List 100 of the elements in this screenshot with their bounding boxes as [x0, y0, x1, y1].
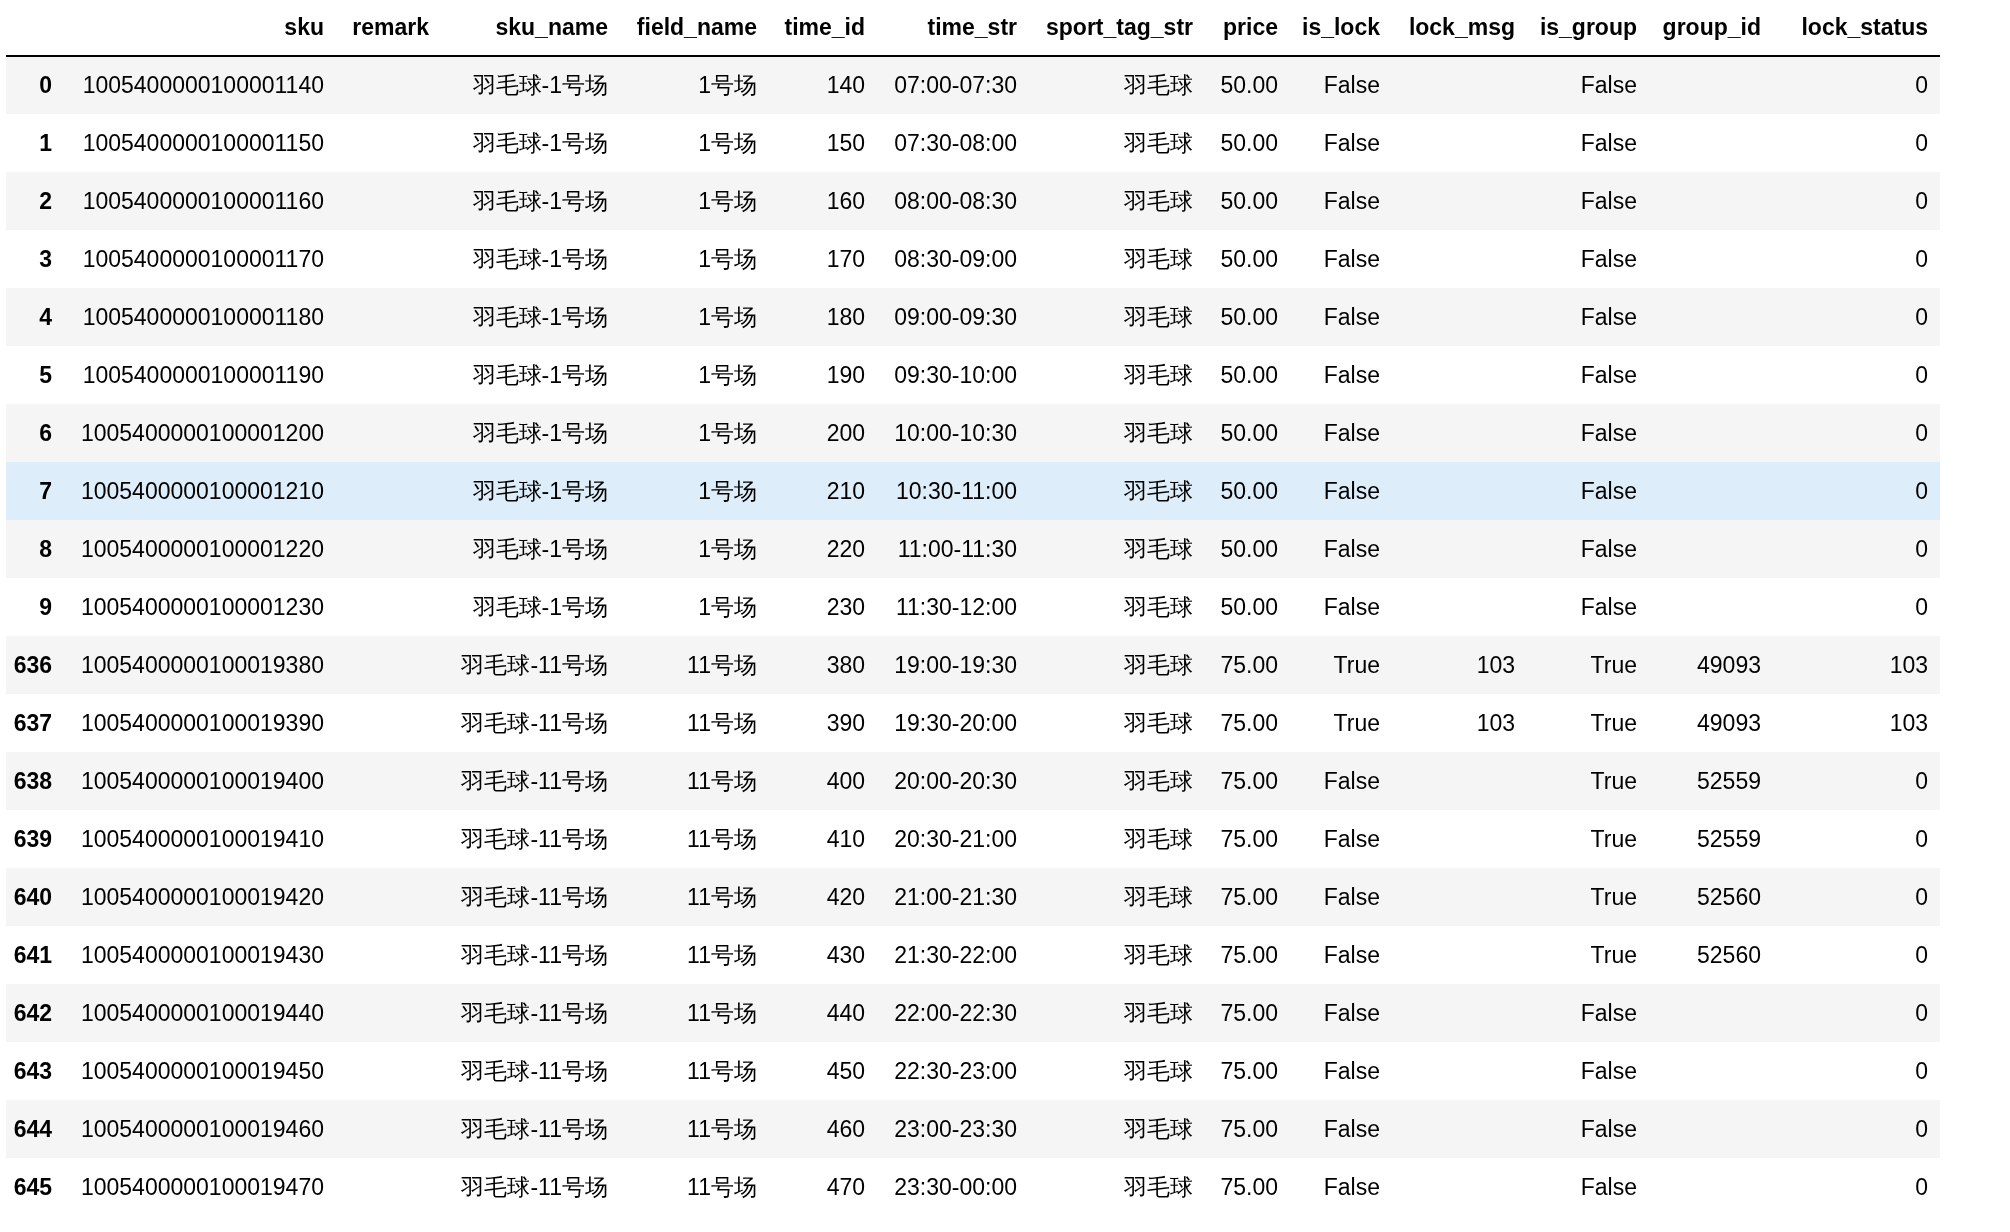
table-cell: 50.00 — [1220, 129, 1278, 156]
table-cell: 380 — [826, 651, 865, 678]
table-cell: 52559 — [1697, 767, 1761, 794]
table-cell: 50.00 — [1220, 187, 1278, 214]
table-cell: 10:30-11:00 — [895, 477, 1017, 504]
row-index: 0 — [6, 56, 64, 114]
table-cell: 11号场 — [687, 1173, 757, 1200]
table-cell: 羽毛球 — [1124, 709, 1193, 736]
table-cell: 羽毛球-11号场 — [461, 999, 608, 1026]
table-cell: 0 — [1915, 419, 1928, 446]
column-header: is_group — [1527, 0, 1649, 56]
table-cell: 430 — [826, 941, 865, 968]
table-cell: 1005400000100001230 — [80, 593, 324, 620]
table-cell: 羽毛球 — [1124, 825, 1193, 852]
table-cell: 羽毛球-11号场 — [461, 825, 608, 852]
table-cell: 羽毛球 — [1124, 767, 1193, 794]
table-cell: 羽毛球-1号场 — [472, 245, 608, 272]
row-index: 644 — [6, 1100, 64, 1158]
table-cell: 1005400000100001170 — [82, 245, 324, 272]
table-cell: 1005400000100019410 — [80, 825, 324, 852]
table-cell: 羽毛球-11号场 — [461, 1115, 608, 1142]
row-index: 7 — [6, 462, 64, 520]
table-cell: 1005400000100001210 — [80, 477, 324, 504]
table-cell: False — [1580, 593, 1637, 620]
row-index: 2 — [6, 172, 64, 230]
row-index: 639 — [6, 810, 64, 868]
table-cell: 羽毛球 — [1124, 1173, 1193, 1200]
row-index: 641 — [6, 926, 64, 984]
table-cell: 羽毛球-1号场 — [472, 303, 608, 330]
table-cell: 23:00-23:30 — [894, 1115, 1017, 1142]
table-cell: 羽毛球 — [1124, 361, 1193, 388]
table-cell: False — [1323, 303, 1380, 330]
column-header: lock_msg — [1392, 0, 1527, 56]
table-cell: 75.00 — [1220, 767, 1278, 794]
table-cell: 210 — [826, 477, 865, 504]
table-cell: 0 — [1915, 825, 1928, 852]
table-cell: 22:00-22:30 — [894, 999, 1017, 1026]
table-cell: False — [1580, 419, 1637, 446]
table-cell: 0 — [1915, 1173, 1928, 1200]
table-cell: 23:30-00:00 — [894, 1173, 1017, 1200]
table-cell: False — [1580, 303, 1637, 330]
table-cell: 羽毛球-11号场 — [461, 651, 608, 678]
table-cell: 09:00-09:30 — [894, 303, 1017, 330]
table-cell: 20:00-20:30 — [894, 767, 1017, 794]
table-cell: False — [1580, 535, 1637, 562]
table-cell: 1号场 — [698, 419, 757, 446]
column-header: sku_name — [441, 0, 620, 56]
table-cell: 22:30-23:00 — [894, 1057, 1017, 1084]
table-cell: 0 — [1915, 1057, 1928, 1084]
table-cell: 1005400000100001150 — [82, 129, 324, 156]
table-cell: 1005400000100001160 — [82, 187, 324, 214]
table-cell: True — [1590, 941, 1637, 968]
table-cell: 75.00 — [1220, 1173, 1278, 1200]
table-cell: 1号场 — [698, 477, 757, 504]
table-cell: 羽毛球-1号场 — [472, 129, 608, 156]
table-cell: 11号场 — [687, 767, 757, 794]
table-cell: 0 — [1915, 477, 1928, 504]
table-cell: 420 — [826, 883, 865, 910]
column-header: group_id — [1649, 0, 1773, 56]
table-cell: 52560 — [1697, 883, 1761, 910]
table-cell: 10:00-10:30 — [894, 419, 1017, 446]
table-cell: 75.00 — [1220, 1115, 1278, 1142]
table-cell: 羽毛球 — [1124, 883, 1193, 910]
table-cell: 11号场 — [687, 883, 757, 910]
table-cell: 羽毛球-11号场 — [461, 883, 608, 910]
table-cell: False — [1323, 767, 1380, 794]
table-cell: 1号场 — [698, 129, 757, 156]
table-cell: 470 — [826, 1173, 865, 1200]
table-cell: 75.00 — [1220, 883, 1278, 910]
table-cell: 0 — [1915, 941, 1928, 968]
column-header: sport_tag_str — [1029, 0, 1205, 56]
table-cell: 羽毛球 — [1124, 651, 1193, 678]
table-cell: 19:30-20:00 — [894, 709, 1017, 736]
table-cell: 160 — [826, 187, 865, 214]
row-index: 1 — [6, 114, 64, 172]
table-cell: 羽毛球 — [1124, 72, 1193, 99]
table-cell: 1005400000100001190 — [82, 361, 324, 388]
table-cell: 羽毛球-1号场 — [472, 72, 608, 99]
column-header: field_name — [620, 0, 769, 56]
table-cell: 20:30-21:00 — [894, 825, 1017, 852]
table-cell: False — [1323, 245, 1380, 272]
row-index: 636 — [6, 636, 64, 694]
row-index: 8 — [6, 520, 64, 578]
table-cell: False — [1580, 361, 1637, 388]
table-cell: 1005400000100019460 — [80, 1115, 324, 1142]
table-cell: 200 — [826, 419, 865, 446]
table-cell: False — [1323, 419, 1380, 446]
table-cell: 羽毛球-11号场 — [461, 1057, 608, 1084]
table-cell: False — [1580, 477, 1637, 504]
table-cell: 75.00 — [1220, 999, 1278, 1026]
table-cell: False — [1580, 245, 1637, 272]
column-header: time_id — [769, 0, 877, 56]
row-index: 637 — [6, 694, 64, 752]
table-cell: 羽毛球 — [1124, 129, 1193, 156]
table-cell: 75.00 — [1220, 709, 1278, 736]
table-cell: 0 — [1915, 303, 1928, 330]
table-cell: False — [1323, 1057, 1380, 1084]
table-cell: False — [1323, 1115, 1380, 1142]
table-cell: 50.00 — [1220, 535, 1278, 562]
row-index: 9 — [6, 578, 64, 636]
